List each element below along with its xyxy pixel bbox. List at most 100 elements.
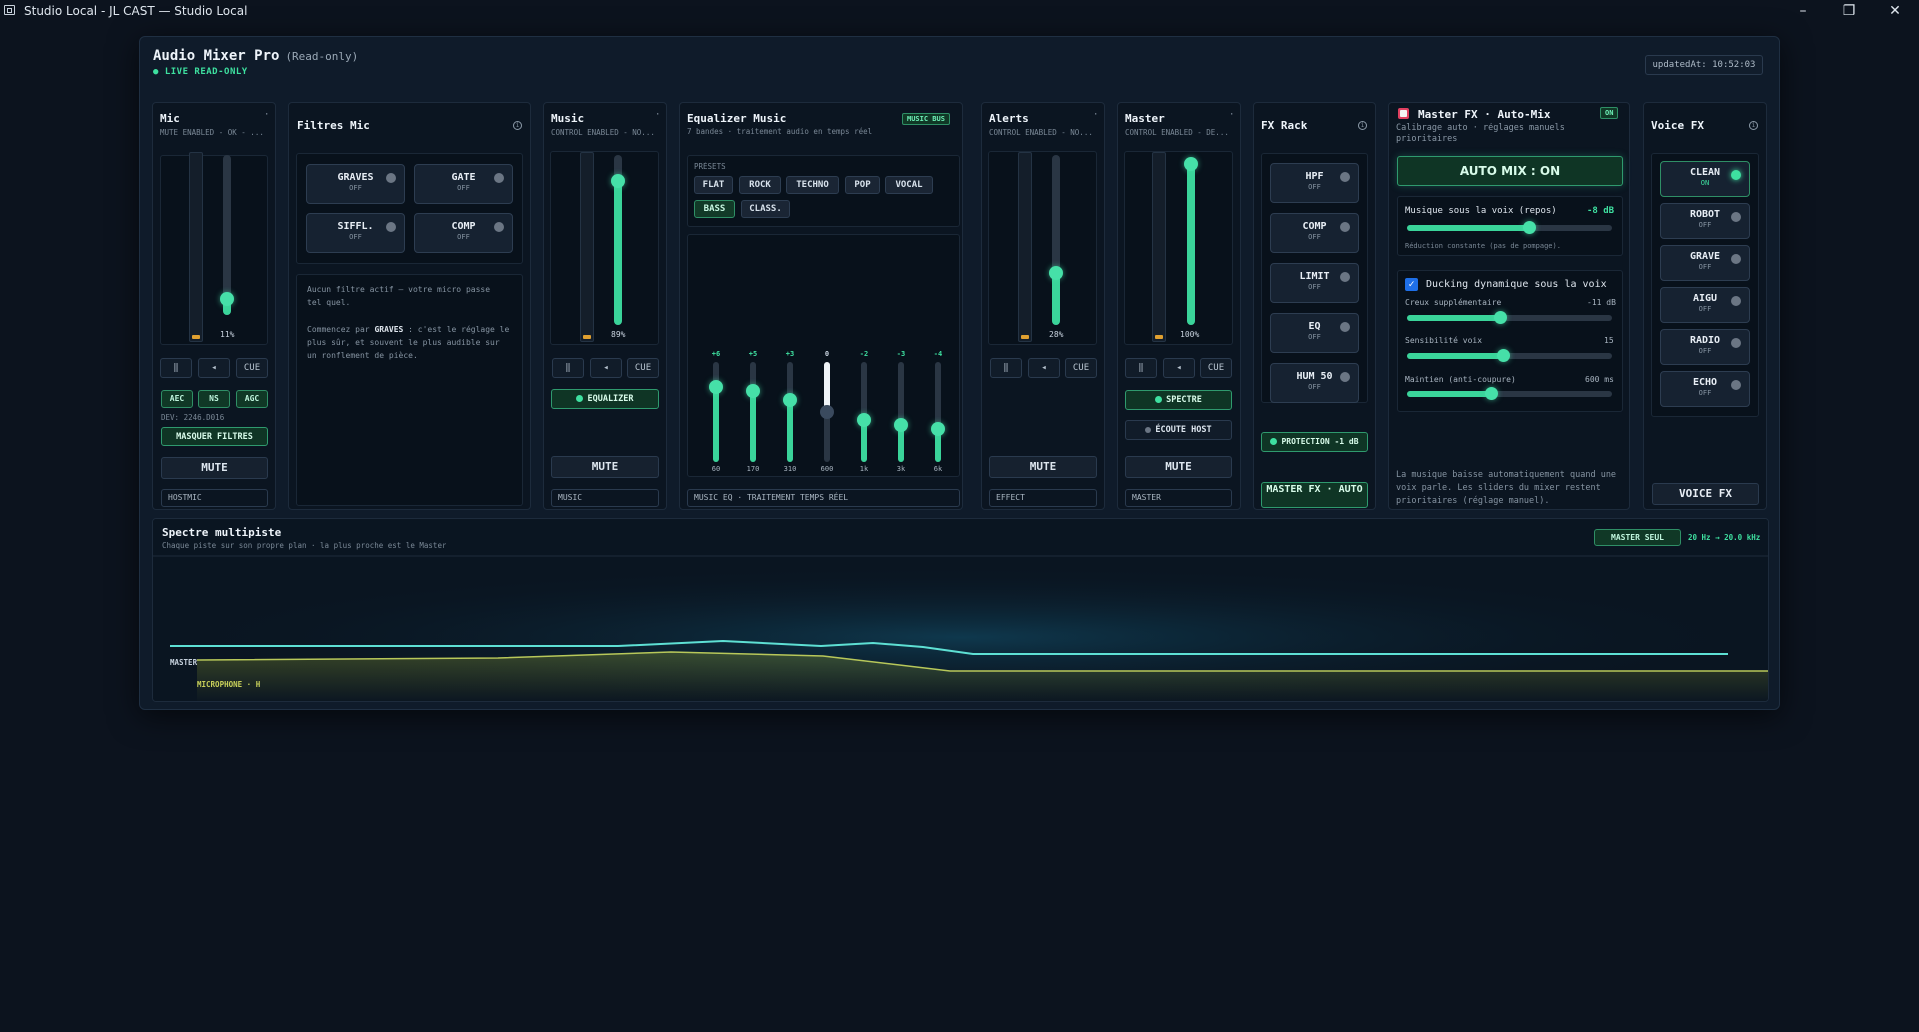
master-menu-icon[interactable]: ·: [1229, 110, 1234, 120]
eq-band-slider[interactable]: [935, 362, 941, 462]
filter-siffl[interactable]: SIFFL. OFF: [306, 213, 405, 253]
filter-gate[interactable]: GATE OFF: [414, 164, 513, 204]
alerts-menu-icon[interactable]: ·: [1093, 110, 1098, 120]
voice-robot[interactable]: ROBOT OFF: [1660, 203, 1750, 239]
master-speaker-button[interactable]: ◂: [1163, 358, 1195, 378]
eq-band-freq: 1k: [859, 465, 869, 473]
automix-icon-inner: [1400, 110, 1407, 117]
voice-fx-info-icon[interactable]: i: [1749, 121, 1758, 130]
preset-techno[interactable]: TECHNO: [786, 176, 839, 194]
filters-message: Aucun filtre actif — votre micro passe t…: [307, 285, 491, 307]
aec-chip[interactable]: AEC: [161, 390, 193, 408]
maintien-label: Maintien (anti-coupure): [1405, 375, 1516, 384]
music-equalizer-button[interactable]: EQUALIZER: [551, 389, 659, 409]
protection-badge[interactable]: PROTECTION -1 dB: [1261, 432, 1368, 452]
music-under-slider[interactable]: [1407, 221, 1612, 234]
eq-band-slider[interactable]: [750, 362, 756, 462]
fx-rack-info-icon[interactable]: i: [1358, 121, 1367, 130]
master-track-label: MASTER: [170, 658, 198, 667]
eq-band-knob[interactable]: [894, 417, 908, 432]
live-status: ● LIVE READ-ONLY: [153, 67, 248, 77]
preset-bass[interactable]: BASS: [694, 200, 735, 218]
filter-comp[interactable]: COMP OFF: [414, 213, 513, 253]
eq-band-knob[interactable]: [709, 380, 723, 394]
eq-band-slider[interactable]: [898, 362, 904, 462]
automix-on-badge: ON: [1600, 107, 1619, 119]
preset-vocal[interactable]: VOCAL: [885, 176, 933, 194]
master-fx-auto-button[interactable]: MASTER FX · AUTO: [1261, 482, 1368, 508]
master-fader-knob[interactable]: [1184, 157, 1198, 171]
eq-footer: MUSIC EQ · TRAITEMENT TEMPS RÉEL: [687, 489, 960, 507]
eq-band-knob[interactable]: [783, 392, 797, 407]
mic-fader-knob[interactable]: [220, 292, 234, 306]
preset-flat[interactable]: FLAT: [694, 176, 733, 194]
eq-band-knob[interactable]: [931, 421, 945, 436]
voice-clean[interactable]: CLEAN ON: [1660, 161, 1750, 197]
mask-filters-button[interactable]: MASQUER FILTRES: [161, 427, 268, 446]
fx-limit[interactable]: LIMIT OFF: [1270, 263, 1359, 303]
music-mute-button[interactable]: MUTE: [551, 456, 659, 478]
voice-fx-button[interactable]: VOICE FX: [1652, 483, 1759, 505]
eq-band-knob[interactable]: [820, 405, 834, 419]
mic-menu-icon[interactable]: ·: [264, 110, 269, 120]
music-fader-knob[interactable]: [611, 174, 625, 188]
mic-pause-button[interactable]: ‖: [160, 358, 192, 378]
mic-device: DEV: 2246.D016: [161, 413, 225, 422]
spectrum-panel: Spectre multipiste Chaque piste sur son …: [152, 518, 1769, 702]
voice-aigu[interactable]: AIGU OFF: [1660, 287, 1750, 323]
restore-icon[interactable]: ❐: [1839, 2, 1859, 20]
alerts-speaker-button[interactable]: ◂: [1028, 358, 1060, 378]
alerts-fader[interactable]: [1052, 155, 1060, 325]
voice-echo[interactable]: ECHO OFF: [1660, 371, 1750, 407]
fx-eq[interactable]: EQ OFF: [1270, 313, 1359, 353]
master-fader[interactable]: [1187, 158, 1195, 325]
maintien-slider[interactable]: [1407, 387, 1612, 400]
voice-fx-title: Voice FX: [1651, 119, 1704, 132]
agc-chip[interactable]: AGC: [236, 390, 268, 408]
master-mute-button[interactable]: MUTE: [1125, 456, 1232, 478]
minimize-icon[interactable]: –: [1793, 2, 1813, 20]
preset-class[interactable]: CLASS.: [741, 200, 790, 218]
automix-note: La musique baisse automatiquement quand …: [1396, 470, 1617, 506]
eq-band-freq: 6k: [933, 465, 943, 473]
mic-speaker-button[interactable]: ◂: [198, 358, 230, 378]
mic-cue-button[interactable]: CUE: [236, 358, 268, 378]
filters-info-icon[interactable]: i: [513, 121, 522, 130]
eq-band-freq: 3k: [896, 465, 906, 473]
close-icon[interactable]: ✕: [1885, 2, 1905, 20]
music-pause-button[interactable]: ‖: [552, 358, 584, 378]
master-cue-button[interactable]: CUE: [1200, 358, 1232, 378]
master-seul-button[interactable]: MASTER SEUL: [1594, 529, 1681, 546]
sensitivity-slider[interactable]: [1407, 349, 1612, 362]
mic-mute-button[interactable]: MUTE: [161, 457, 268, 479]
eq-band-slider[interactable]: [861, 362, 867, 462]
fx-hum50[interactable]: HUM 50 OFF: [1270, 363, 1359, 403]
music-speaker-button[interactable]: ◂: [590, 358, 622, 378]
ecoute-host-button[interactable]: ÉCOUTE HOST: [1125, 420, 1232, 440]
voice-radio[interactable]: RADIO OFF: [1660, 329, 1750, 365]
eq-band-slider[interactable]: [787, 362, 793, 462]
filter-graves[interactable]: GRAVES OFF: [306, 164, 405, 204]
music-under-label: Musique sous la voix (repos): [1405, 206, 1557, 216]
music-menu-icon[interactable]: ·: [655, 110, 660, 120]
mic-fader[interactable]: [223, 155, 231, 315]
creux-slider[interactable]: [1407, 311, 1612, 324]
ducking-checkbox[interactable]: ✓: [1405, 278, 1418, 291]
alerts-mute-button[interactable]: MUTE: [989, 456, 1097, 478]
master-pause-button[interactable]: ‖: [1125, 358, 1157, 378]
spectre-button[interactable]: SPECTRE: [1125, 390, 1232, 410]
music-cue-button[interactable]: CUE: [627, 358, 659, 378]
alerts-fader-knob[interactable]: [1049, 266, 1063, 280]
alerts-cue-button[interactable]: CUE: [1065, 358, 1097, 378]
fx-hpf[interactable]: HPF OFF: [1270, 163, 1359, 203]
app-title: Audio Mixer Pro (Read-only): [153, 48, 359, 64]
alerts-pause-button[interactable]: ‖: [990, 358, 1022, 378]
eq-band-slider[interactable]: [713, 362, 719, 462]
preset-pop[interactable]: POP: [845, 176, 880, 194]
auto-mix-toggle[interactable]: AUTO MIX : ON: [1397, 156, 1623, 186]
fx-comp[interactable]: COMP OFF: [1270, 213, 1359, 253]
ns-chip[interactable]: NS: [198, 390, 230, 408]
voice-grave[interactable]: GRAVE OFF: [1660, 245, 1750, 281]
alerts-status: CONTROL ENABLED - NO...: [989, 128, 1093, 137]
preset-rock[interactable]: ROCK: [739, 176, 781, 194]
